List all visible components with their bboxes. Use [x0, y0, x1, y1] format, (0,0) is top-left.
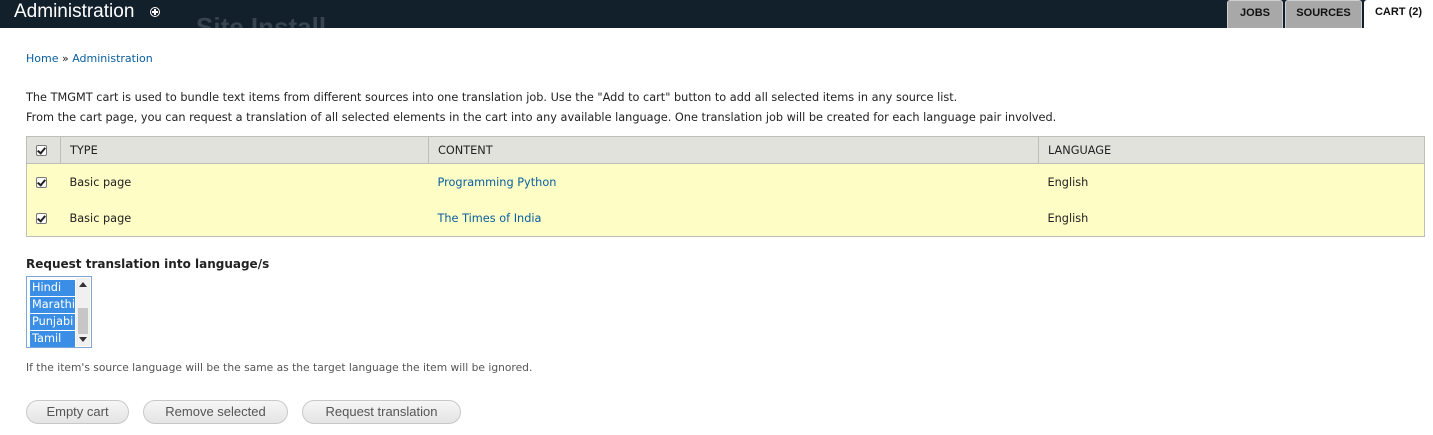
scroll-up-arrow-icon[interactable]	[79, 282, 87, 287]
cart-description: The TMGMT cart is used to bundle text it…	[26, 88, 1056, 128]
language-help-text: If the item's source language will be th…	[26, 361, 533, 374]
request-translation-label: Request translation into language/s	[26, 257, 270, 271]
breadcrumb: Home » Administration	[26, 52, 153, 65]
breadcrumb-separator: »	[61, 52, 69, 65]
select-all-checkbox[interactable]	[36, 145, 47, 156]
column-header-type[interactable]: TYPE	[60, 136, 429, 164]
row-language: English	[1038, 163, 1425, 200]
language-option-hindi[interactable]: Hindi	[30, 280, 75, 296]
language-option-marathi[interactable]: Marathi	[30, 297, 75, 313]
content-link[interactable]: Programming Python	[438, 176, 557, 189]
row-checkbox[interactable]	[36, 177, 47, 188]
table-row: Basic page The Times of India English	[26, 200, 1425, 237]
target-language-select[interactable]: Hindi Marathi Punjabi Tamil	[26, 276, 92, 348]
content-link[interactable]: The Times of India	[438, 212, 542, 225]
tab-jobs[interactable]: JOBS	[1227, 0, 1283, 28]
request-translation-button[interactable]: Request translation	[302, 400, 461, 424]
tab-cart[interactable]: CART (2)	[1364, 0, 1433, 28]
breadcrumb-administration-link[interactable]: Administration	[72, 52, 153, 65]
breadcrumb-home-link[interactable]: Home	[26, 52, 58, 65]
description-line-1: The TMGMT cart is used to bundle text it…	[26, 91, 958, 104]
scroll-down-arrow-icon[interactable]	[79, 337, 87, 342]
column-header-language[interactable]: LANGUAGE	[1038, 136, 1425, 164]
row-content: Programming Python	[428, 163, 1039, 200]
row-content: The Times of India	[428, 200, 1039, 237]
site-install-ghost-title: Site Install	[196, 12, 327, 28]
select-all-cell	[26, 136, 61, 164]
row-type: Basic page	[60, 163, 429, 200]
language-option-punjabi[interactable]: Punjabi	[30, 314, 75, 330]
select-scrollbar[interactable]	[76, 278, 90, 346]
table-header-row: TYPE CONTENT LANGUAGE	[26, 136, 1425, 164]
row-select-cell	[26, 163, 61, 200]
table-row: Basic page Programming Python English	[26, 163, 1425, 200]
column-header-content[interactable]: CONTENT	[428, 136, 1039, 164]
row-language: English	[1038, 200, 1425, 237]
language-option-tamil[interactable]: Tamil	[30, 331, 75, 347]
empty-cart-button[interactable]: Empty cart	[26, 400, 129, 424]
cart-items-table: TYPE CONTENT LANGUAGE Basic page Program…	[26, 136, 1425, 237]
remove-selected-button[interactable]: Remove selected	[143, 400, 288, 424]
tab-sources[interactable]: SOURCES	[1285, 0, 1362, 28]
row-select-cell	[26, 200, 61, 237]
row-checkbox[interactable]	[36, 213, 47, 224]
page-title: Administration	[14, 1, 135, 22]
scrollbar-thumb[interactable]	[78, 308, 88, 334]
add-shortcut-icon[interactable]	[150, 7, 160, 17]
top-bar: Site Install Administration JOBS SOURCES…	[0, 0, 1433, 28]
description-line-2: From the cart page, you can request a tr…	[26, 111, 1057, 124]
row-type: Basic page	[60, 200, 429, 237]
